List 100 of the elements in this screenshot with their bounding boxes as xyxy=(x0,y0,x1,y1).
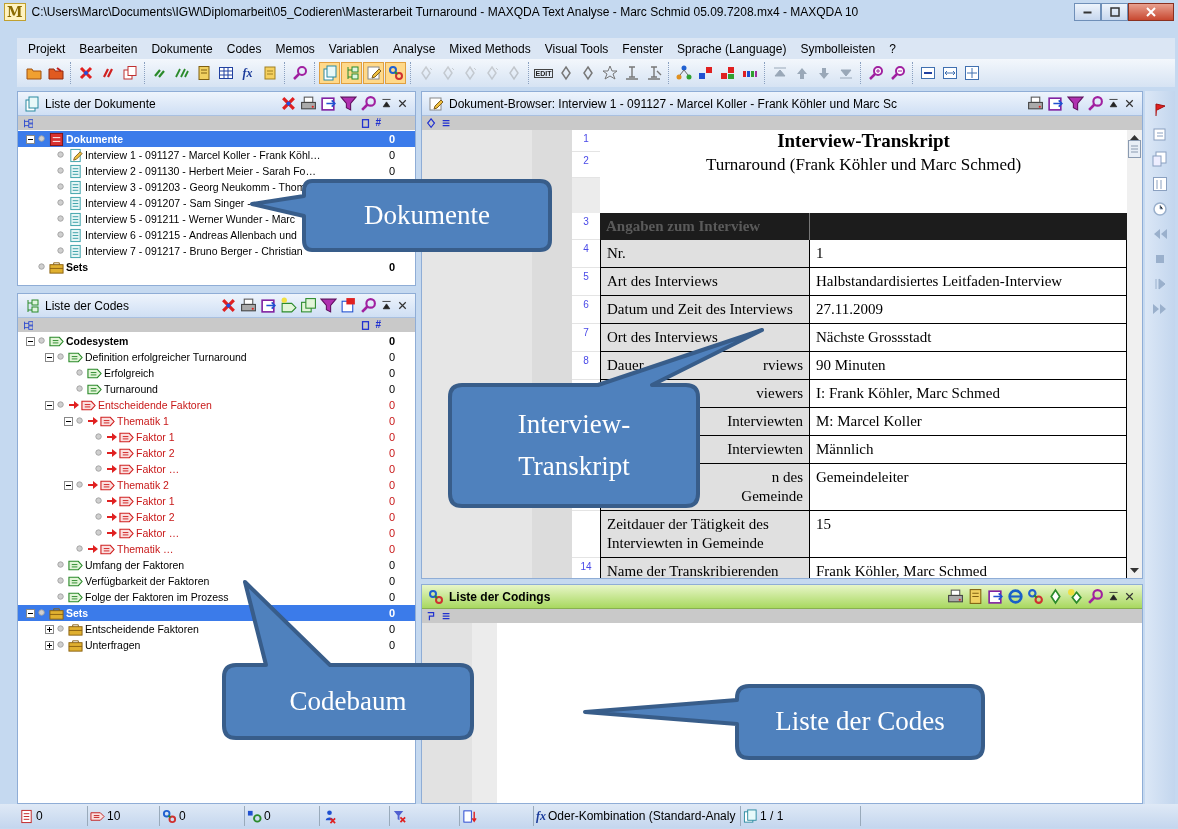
globe-icon[interactable] xyxy=(1007,588,1024,605)
tree-row[interactable]: Verfügbarkeit der Faktoren 0 xyxy=(18,573,415,589)
filter-icon[interactable] xyxy=(1067,95,1084,112)
menu-item[interactable]: Memos xyxy=(268,38,322,59)
count-column-header[interactable]: # xyxy=(375,117,381,129)
tree-row[interactable]: Thematik 2 0 xyxy=(18,477,415,493)
tree-row[interactable]: Interview 2 - 091130 - Herbert Meier - Sarah Fo… 0 xyxy=(18,163,415,179)
export-icon[interactable] xyxy=(320,95,337,112)
tree-row[interactable]: Sets 0 xyxy=(18,605,415,621)
tree-row[interactable]: Entscheidende Faktoren 0 xyxy=(18,397,415,413)
export-icon[interactable] xyxy=(987,588,1004,605)
document-icon[interactable] xyxy=(967,588,984,605)
menu-item[interactable]: ? xyxy=(882,38,903,59)
cross-arrows-icon[interactable] xyxy=(280,95,297,112)
pin-icon[interactable] xyxy=(380,299,393,312)
columns-icon[interactable] xyxy=(1152,176,1168,192)
menu-item[interactable]: Bearbeiten xyxy=(72,38,145,59)
rings-icon[interactable] xyxy=(1027,588,1044,605)
tree-row[interactable]: Thematik 1 0 xyxy=(18,413,415,429)
tags-icon[interactable] xyxy=(300,297,317,314)
tree-row[interactable]: Faktor 1 0 xyxy=(18,429,415,445)
minimize-button[interactable] xyxy=(1074,3,1101,21)
pin-icon[interactable] xyxy=(1107,97,1120,110)
export-icon[interactable] xyxy=(340,297,357,314)
tree-icon[interactable] xyxy=(22,319,33,331)
cross-arrows-icon[interactable] xyxy=(220,297,237,314)
collapse-icon[interactable] xyxy=(26,336,35,346)
tree-row[interactable]: Definition erfolgreicher Turnaround 0 xyxy=(18,349,415,365)
column-icon[interactable] xyxy=(360,319,372,331)
printer-icon[interactable] xyxy=(1027,95,1044,112)
menu-item[interactable]: Mixed Methods xyxy=(442,38,538,59)
count-column-header[interactable]: # xyxy=(375,319,381,331)
printer-icon[interactable] xyxy=(240,297,257,314)
expand-icon[interactable] xyxy=(45,640,54,650)
flag-icon[interactable] xyxy=(1152,101,1168,117)
export-icon[interactable] xyxy=(1047,95,1064,112)
menu-item[interactable]: Codes xyxy=(219,38,269,59)
tree-icon[interactable] xyxy=(22,117,33,129)
diamond-icon[interactable] xyxy=(426,117,437,129)
close-icon[interactable] xyxy=(396,299,409,312)
tree-row[interactable]: Unterfragen 0 xyxy=(18,637,415,653)
lines-icon[interactable] xyxy=(441,117,452,129)
close-icon[interactable] xyxy=(1123,97,1136,110)
search-icon[interactable] xyxy=(1087,95,1104,112)
tree-row[interactable]: Interview 7 - 091217 - Bruno Berger - Christian xyxy=(18,243,415,259)
menu-item[interactable]: Symbolleisten xyxy=(793,38,883,59)
maximize-button[interactable] xyxy=(1101,3,1128,21)
tree-row[interactable]: Codesystem 0 xyxy=(18,333,415,349)
search-icon[interactable] xyxy=(360,95,377,112)
scroll-down-icon[interactable] xyxy=(1130,568,1139,574)
tree-row[interactable]: Umfang der Faktoren 0 xyxy=(18,557,415,573)
menu-item[interactable]: Sprache (Language) xyxy=(670,38,794,59)
toolbar-button[interactable] xyxy=(385,62,406,84)
clock-icon[interactable] xyxy=(1152,201,1168,217)
tree-row[interactable]: Erfolgreich 0 xyxy=(18,365,415,381)
collapse-icon[interactable] xyxy=(45,400,54,410)
tree-row[interactable]: Faktor 2 0 xyxy=(18,509,415,525)
tree-row[interactable]: Folge der Faktoren im Prozess 0 xyxy=(18,589,415,605)
printer-icon[interactable] xyxy=(300,95,317,112)
expand-icon[interactable] xyxy=(45,624,54,634)
flag-icon[interactable] xyxy=(426,610,437,622)
close-icon[interactable] xyxy=(396,97,409,110)
pin-icon[interactable] xyxy=(1107,590,1120,603)
new-tag-icon[interactable] xyxy=(280,297,297,314)
tree-row[interactable]: Dokumente 0 xyxy=(18,131,415,147)
printer-icon[interactable] xyxy=(947,588,964,605)
diamond-icon[interactable] xyxy=(1047,588,1064,605)
tree-row[interactable]: Turnaround 0 xyxy=(18,381,415,397)
search-icon[interactable] xyxy=(1087,588,1104,605)
collapse-icon[interactable] xyxy=(64,416,73,426)
toolbar-button[interactable] xyxy=(363,62,384,84)
menu-item[interactable]: Visual Tools xyxy=(537,38,616,59)
filter-icon[interactable] xyxy=(340,95,357,112)
tree-row[interactable]: Faktor 2 0 xyxy=(18,445,415,461)
close-icon[interactable] xyxy=(1123,590,1136,603)
tree-row[interactable]: Faktor … 0 xyxy=(18,461,415,477)
collapse-icon[interactable] xyxy=(26,134,35,144)
diamond-icon[interactable] xyxy=(1067,588,1084,605)
tree-row[interactable]: Interview 1 - 091127 - Marcel Koller - Frank Köhl… 0 xyxy=(18,147,415,163)
menu-item[interactable]: Fenster xyxy=(615,38,670,59)
toolbar-button[interactable]: fx xyxy=(237,62,258,84)
menu-item[interactable]: Variablen xyxy=(321,38,386,59)
close-button[interactable] xyxy=(1128,3,1174,21)
collapse-icon[interactable] xyxy=(64,480,73,490)
collapse-icon[interactable] xyxy=(45,352,54,362)
tree-row[interactable]: Thematik … 0 xyxy=(18,541,415,557)
menu-item[interactable]: Projekt xyxy=(21,38,73,59)
pin-icon[interactable] xyxy=(380,97,393,110)
filter-icon[interactable] xyxy=(320,297,337,314)
column-icon[interactable] xyxy=(360,117,372,129)
tree-row[interactable]: Faktor … 0 xyxy=(18,525,415,541)
tree-row[interactable]: Faktor 1 0 xyxy=(18,493,415,509)
search-icon[interactable] xyxy=(360,297,377,314)
tree-row[interactable]: Sets 0 xyxy=(18,259,415,275)
menu-item[interactable]: Dokumente xyxy=(144,38,220,59)
scrollbar[interactable] xyxy=(1127,130,1142,578)
lines-icon[interactable] xyxy=(441,610,452,622)
menu-item[interactable]: Analyse xyxy=(385,38,443,59)
export-icon[interactable] xyxy=(260,297,277,314)
tree-row[interactable]: Entscheidende Faktoren 0 xyxy=(18,621,415,637)
